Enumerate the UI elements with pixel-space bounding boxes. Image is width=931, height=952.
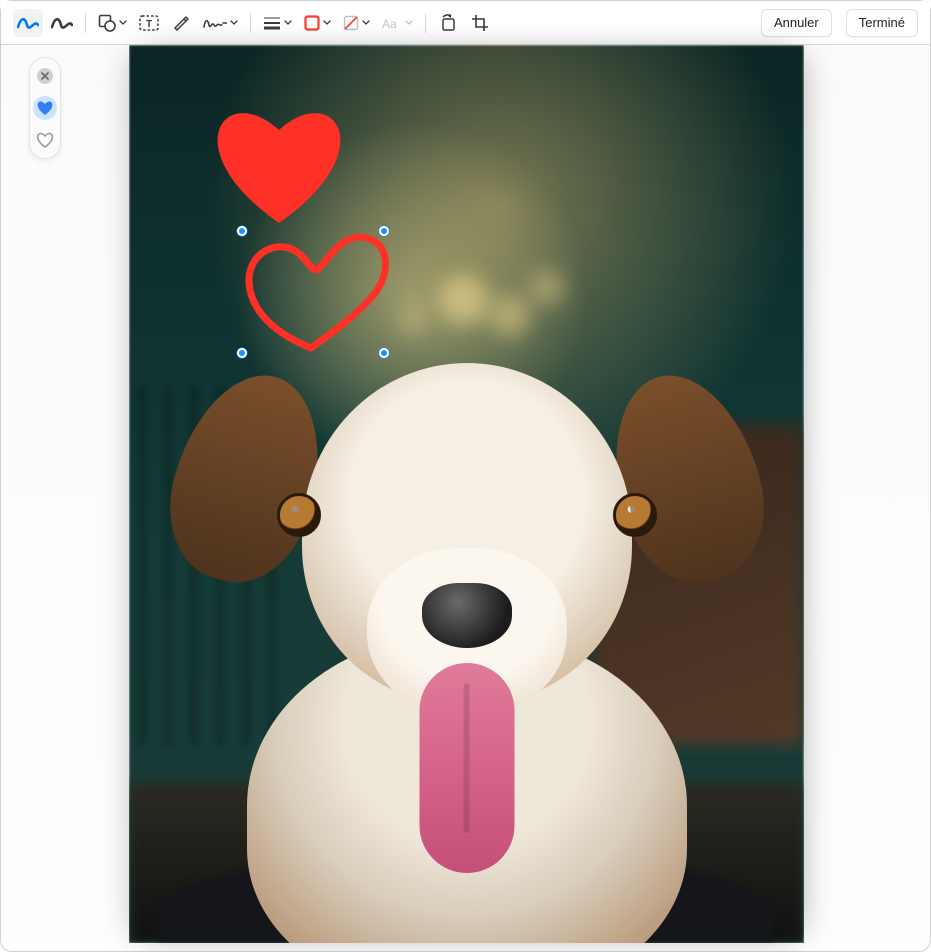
text-box-icon: T: [139, 15, 159, 31]
chevron-down-icon: [362, 20, 370, 25]
fill-color-menu[interactable]: [339, 9, 374, 37]
done-button-label: Terminé: [859, 15, 905, 30]
selection-handle-tl[interactable]: [237, 226, 247, 236]
border-color-menu[interactable]: [300, 9, 335, 37]
lines-icon: [263, 16, 281, 30]
sketch-suggestion-palette: [29, 57, 61, 159]
cancel-button-label: Annuler: [774, 15, 819, 30]
chevron-down-icon: [323, 20, 331, 25]
heart-filled-option[interactable]: [33, 96, 57, 120]
sketch-icon: [17, 15, 39, 31]
crop-tool[interactable]: [466, 9, 494, 37]
text-style-menu[interactable]: Aa: [378, 9, 417, 37]
separator: [85, 13, 86, 33]
shapes-menu[interactable]: [94, 9, 131, 37]
heart-sketch-annotation[interactable]: [239, 220, 399, 365]
cancel-button[interactable]: Annuler: [761, 9, 832, 37]
chevron-down-icon: [119, 20, 127, 25]
close-icon: [37, 68, 53, 84]
heart-filled-annotation[interactable]: [204, 95, 354, 230]
highlight-tool[interactable]: [167, 9, 195, 37]
chevron-down-icon: [230, 20, 238, 25]
heart-outline-icon: [36, 132, 54, 148]
chevron-down-icon: [405, 20, 413, 25]
separator: [425, 13, 426, 33]
selection-handle-tr[interactable]: [379, 226, 389, 236]
shapes-icon: [98, 14, 116, 32]
sign-menu[interactable]: [199, 9, 242, 37]
heart-outline-option[interactable]: [33, 128, 57, 152]
close-palette[interactable]: [33, 64, 57, 88]
rotate-tool[interactable]: [434, 9, 462, 37]
highlighter-icon: [172, 14, 190, 32]
svg-text:T: T: [146, 19, 152, 30]
heart-filled-icon: [36, 100, 54, 116]
rotate-icon: [439, 14, 457, 32]
done-button[interactable]: Terminé: [846, 9, 918, 37]
image-canvas[interactable]: [129, 45, 804, 943]
sketch-tool[interactable]: [13, 9, 43, 37]
fill-color-swatch: [343, 15, 359, 31]
svg-text:Aa: Aa: [382, 17, 397, 30]
separator: [250, 13, 251, 33]
signature-icon: [203, 15, 227, 31]
selection-handle-br[interactable]: [379, 348, 389, 358]
markup-toolbar: T: [1, 1, 930, 45]
crop-icon: [471, 14, 489, 32]
border-color-swatch: [304, 15, 320, 31]
stroke-weight-menu[interactable]: [259, 9, 296, 37]
text-style-icon: Aa: [382, 16, 402, 30]
chevron-down-icon: [284, 20, 292, 25]
text-tool[interactable]: T: [135, 9, 163, 37]
draw-icon: [51, 15, 73, 31]
draw-tool[interactable]: [47, 9, 77, 37]
selection-handle-bl[interactable]: [237, 348, 247, 358]
